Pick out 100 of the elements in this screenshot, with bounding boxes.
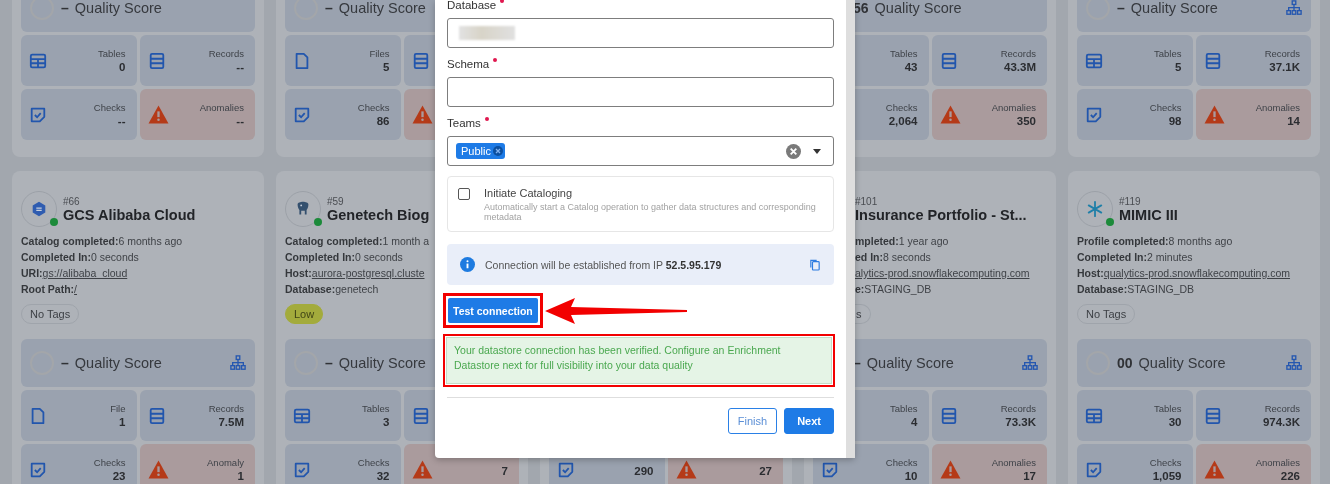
datastore-card[interactable]: – Quality Score Tables 5 Records 37.1K Checks 98 Anomalies 14 bbox=[1068, 0, 1320, 157]
rows-icon bbox=[411, 406, 430, 425]
detail-line: Completed In:0 seconds bbox=[21, 250, 139, 265]
stat-value: 27 bbox=[759, 464, 772, 477]
stat-value: -- bbox=[117, 115, 126, 127]
table-icon bbox=[1085, 406, 1103, 425]
stat-value: 17 bbox=[1023, 470, 1036, 482]
warning-icon bbox=[147, 459, 169, 480]
input-field[interactable] bbox=[447, 18, 834, 48]
warning-icon bbox=[1203, 459, 1225, 480]
stat-value: 23 bbox=[112, 470, 126, 482]
stat-label: Checks bbox=[357, 102, 390, 113]
detail-line: Completed In:0 seconds bbox=[285, 250, 403, 265]
scrollbar[interactable] bbox=[846, 0, 855, 458]
caret-icon[interactable] bbox=[813, 148, 821, 154]
rows-icon bbox=[411, 51, 430, 70]
checkbox-icon bbox=[557, 460, 575, 479]
checkbox-icon bbox=[29, 460, 47, 479]
hierarchy-icon[interactable] bbox=[1286, 355, 1302, 371]
tag-pill: Low bbox=[285, 304, 324, 324]
stat-label: File bbox=[110, 403, 126, 414]
detail-link[interactable]: aurora-postgresql.cluste bbox=[311, 267, 425, 279]
teams-select[interactable]: Public bbox=[447, 136, 834, 166]
detail-line: mpleted:1 year ago bbox=[855, 234, 949, 249]
stat-label: Files bbox=[369, 48, 390, 59]
copy-icon[interactable] bbox=[810, 258, 820, 271]
stat-label: Tables bbox=[98, 48, 126, 59]
rows-icon bbox=[939, 51, 958, 70]
stat-value: 0 bbox=[119, 61, 126, 73]
stat-value: 7.5M bbox=[218, 416, 244, 428]
stat-value: -- bbox=[236, 61, 244, 73]
quality-score-label: Quality Score bbox=[866, 355, 954, 371]
input-field[interactable] bbox=[447, 77, 834, 107]
stat-value: 5 bbox=[1175, 61, 1182, 73]
finish-button[interactable]: Finish bbox=[727, 408, 778, 434]
hierarchy-icon[interactable] bbox=[230, 355, 246, 371]
stat-value: 1,059 bbox=[1152, 470, 1182, 482]
checkbox[interactable] bbox=[458, 188, 470, 200]
checkbox-icon bbox=[1085, 460, 1103, 479]
stat-value: 10 bbox=[904, 470, 918, 482]
detail-link[interactable]: alytics-prod.snowflakecomputing.com bbox=[855, 267, 1030, 279]
info-icon bbox=[460, 257, 475, 272]
stat-value: 4 bbox=[911, 416, 918, 428]
datastore-card[interactable]: #66 GCS Alibaba Cloud Catalog completed:6 months ago Completed In:0 seconds URI:gs://alibaba_cloud Root Path:/ No Tags – Quality Score File 1 Records 7.5M Checks 23 Anomaly 1 bbox=[12, 171, 264, 484]
detail-line: Host:qualytics-prod.snowflakecomputing.com bbox=[1077, 266, 1290, 281]
test-connection-button[interactable]: Test connection bbox=[448, 298, 538, 323]
stat-label: Checks bbox=[885, 457, 918, 468]
stat-value: 30 bbox=[1168, 416, 1182, 428]
stat-value: 350 bbox=[1016, 115, 1036, 127]
stat-value: -- bbox=[236, 115, 244, 127]
stat-value: 3 bbox=[383, 416, 390, 428]
warning-icon bbox=[147, 104, 169, 125]
stat-value: 1 bbox=[237, 470, 244, 482]
table-icon bbox=[29, 51, 47, 70]
stat-label: Records bbox=[1264, 403, 1300, 414]
rows-icon bbox=[147, 406, 166, 425]
clear-icon[interactable] bbox=[786, 143, 801, 159]
quality-score-label: Quality Score bbox=[338, 0, 426, 16]
stat-label: Checks bbox=[93, 457, 126, 468]
stat-label: Records bbox=[208, 403, 244, 414]
warning-icon bbox=[939, 459, 961, 480]
checkbox-icon bbox=[29, 105, 47, 124]
warning-icon bbox=[1203, 104, 1225, 125]
datastore-name: GCS Alibaba Cloud bbox=[63, 206, 196, 223]
field-label: Teams bbox=[447, 116, 481, 131]
stat-label: Anomalies bbox=[199, 102, 244, 113]
checkbox-icon bbox=[1085, 105, 1103, 124]
score-value: – bbox=[325, 0, 333, 16]
datastore-name: Genetech Biog bbox=[327, 206, 430, 223]
stat-value: 73.3K bbox=[1005, 416, 1036, 428]
stat-label: Tables bbox=[1154, 403, 1182, 414]
score-value: – bbox=[61, 0, 69, 16]
detail-line: URI:gs://alibaba_cloud bbox=[21, 266, 128, 281]
next-button[interactable]: Next bbox=[784, 408, 834, 434]
datastore-id: #66 bbox=[63, 195, 81, 207]
warning-icon bbox=[411, 459, 433, 480]
datastore-card[interactable] bbox=[1068, 171, 1320, 484]
stat-value: 226 bbox=[1280, 470, 1300, 482]
detail-line: Database:genetech bbox=[285, 282, 379, 297]
success-message: Your datastore connection has been verified. Configure an Enrichment Datastore next for full visibility into your data quality bbox=[446, 337, 832, 384]
stat-label: Checks bbox=[93, 102, 126, 113]
hierarchy-icon[interactable] bbox=[1286, 0, 1302, 16]
checkbox-icon bbox=[293, 105, 311, 124]
score-value: – bbox=[325, 355, 333, 371]
stat-value: 86 bbox=[376, 115, 390, 127]
datastore-card[interactable]: – Quality Score Tables 0 Records -- Checks -- Anomalies -- bbox=[12, 0, 264, 157]
detail-line: e:STAGING_DB bbox=[855, 282, 932, 297]
stat-label: Anomaly bbox=[207, 457, 244, 468]
chip-label: Public bbox=[461, 145, 491, 157]
datastore-id: #59 bbox=[327, 195, 345, 207]
remove-icon[interactable] bbox=[492, 146, 503, 156]
detail-link[interactable]: / bbox=[74, 283, 77, 295]
stat-label: Records bbox=[1264, 48, 1300, 59]
stat-label: Records bbox=[1000, 403, 1036, 414]
hierarchy-icon[interactable] bbox=[1022, 355, 1038, 371]
detail-link[interactable]: qualytics-prod.snowflakecomputing.com bbox=[1103, 267, 1290, 279]
warning-icon bbox=[939, 104, 961, 125]
detail-link[interactable]: gs://alibaba_cloud bbox=[42, 267, 128, 279]
stat-label: Checks bbox=[885, 102, 918, 113]
checkbox-icon bbox=[821, 460, 839, 479]
